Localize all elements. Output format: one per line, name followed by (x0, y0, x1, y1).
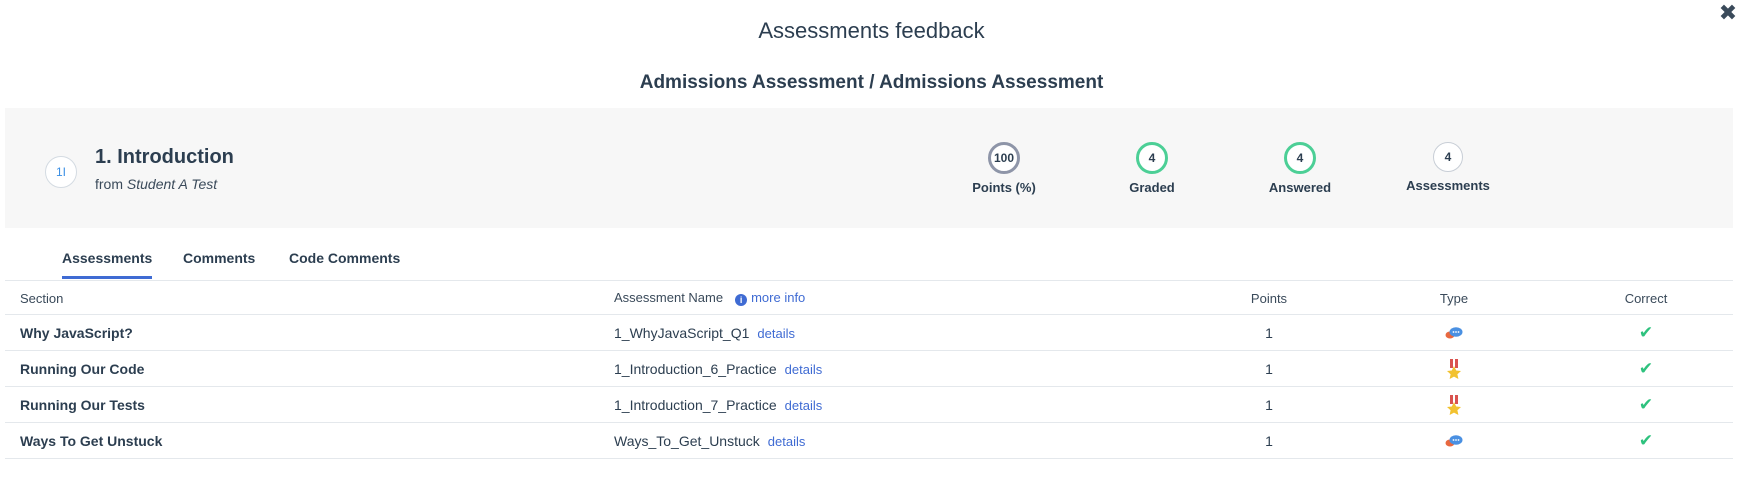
assessments-table: Section Assessment Name i more info Points… (5, 282, 1733, 459)
header-type: Type (1349, 282, 1559, 315)
row-correct: ✔ (1559, 314, 1733, 351)
tab-code-comments[interactable]: Code Comments (289, 250, 400, 276)
stat-graded: 4 Graded (1092, 142, 1212, 195)
dialog-title: Assessments feedback (758, 18, 985, 43)
assessment-name: 1_WhyJavaScript_Q1 (614, 324, 750, 341)
header-section: Section (5, 282, 599, 315)
chapter-title: 1. Introduction (95, 146, 234, 168)
header-points: Points (1189, 282, 1349, 315)
assessment-name: 1_Introduction_6_Practice (614, 360, 777, 377)
header-assessment-name: Assessment Name i more info (599, 282, 1189, 315)
row-assessment-name: 1_Introduction_6_Practice details (599, 350, 1189, 387)
check-icon: ✔ (1638, 394, 1654, 415)
stat-points-value: 100 (988, 142, 1020, 174)
row-correct: ✔ (1559, 422, 1733, 459)
chat-bubbles-icon (1445, 326, 1463, 338)
row-assessment-name: 1_Introduction_7_Practice details (599, 386, 1189, 423)
details-link[interactable]: details (768, 434, 806, 449)
info-icon[interactable]: i (735, 294, 748, 306)
stat-graded-value: 4 (1136, 142, 1168, 174)
stat-answered-label: Answered (1268, 180, 1332, 195)
table-row: Running Our Code 1_Introduction_6_Practi… (5, 350, 1733, 387)
table-row: Why JavaScript? 1_WhyJavaScript_Q1 detail… (5, 314, 1733, 351)
row-assessment-name: Ways_To_Get_Unstuck details (599, 422, 1189, 459)
row-points: 1 (1189, 386, 1349, 423)
row-points: 1 (1189, 350, 1349, 387)
stat-assessments-value: 4 (1433, 142, 1463, 172)
row-type (1349, 314, 1559, 351)
row-points: 1 (1189, 314, 1349, 351)
assessment-name: Ways_To_Get_Unstuck (614, 432, 760, 449)
header-correct: Correct (1559, 282, 1733, 315)
assessment-subtitle: Admissions Assessment / Admissions Asses… (639, 72, 1104, 93)
stat-answered-value: 4 (1284, 142, 1316, 174)
table-header-row: Section Assessment Name i more info Points… (5, 282, 1733, 315)
assessment-name: 1_Introduction_7_Practice (614, 396, 777, 413)
summary-panel: 1I 1. Introduction from Student A Test 1… (5, 108, 1733, 228)
medal-icon (1447, 358, 1461, 379)
row-correct: ✔ (1559, 350, 1733, 387)
row-section: Why JavaScript? (5, 314, 599, 351)
row-section: Ways To Get Unstuck (5, 422, 599, 459)
row-correct: ✔ (1559, 386, 1733, 423)
details-link[interactable]: details (785, 398, 823, 413)
tab-bar: Assessments Comments Code Comments (5, 240, 1733, 281)
row-section: Running Our Code (5, 350, 599, 387)
row-points: 1 (1189, 422, 1349, 459)
stat-answered: 4 Answered (1240, 142, 1360, 195)
details-link[interactable]: details (785, 362, 823, 377)
check-icon: ✔ (1638, 430, 1654, 451)
table-row: Ways To Get Unstuck Ways_To_Get_Unstuck d… (5, 422, 1733, 459)
stat-graded-label: Graded (1129, 180, 1175, 195)
medal-icon (1447, 394, 1461, 415)
details-link[interactable]: details (757, 326, 795, 341)
chat-bubbles-icon (1445, 434, 1463, 446)
row-type (1349, 350, 1559, 387)
stat-points: 100 Points (%) (944, 142, 1064, 195)
stat-assessments: 4 Assessments (1388, 142, 1508, 193)
row-type (1349, 386, 1559, 423)
stat-assessments-label: Assessments (1406, 178, 1490, 193)
tab-assessments[interactable]: Assessments (62, 250, 153, 279)
check-icon: ✔ (1638, 322, 1654, 343)
student-name: Student A Test (126, 176, 218, 192)
header-assessment-name-label: Assessment Name (614, 290, 724, 305)
more-info-link[interactable]: more info (751, 290, 805, 305)
chapter-from: from Student A Test (95, 176, 217, 192)
row-assessment-name: 1_WhyJavaScript_Q1 details (599, 314, 1189, 351)
check-icon: ✔ (1638, 358, 1654, 379)
chapter-badge: 1I (45, 156, 77, 188)
table-row: Running Our Tests 1_Introduction_7_Pract… (5, 386, 1733, 423)
from-prefix: from (95, 176, 123, 192)
stat-points-label: Points (%) (972, 180, 1036, 195)
row-section: Running Our Tests (5, 386, 599, 423)
tab-comments[interactable]: Comments (183, 250, 255, 276)
row-type (1349, 422, 1559, 459)
